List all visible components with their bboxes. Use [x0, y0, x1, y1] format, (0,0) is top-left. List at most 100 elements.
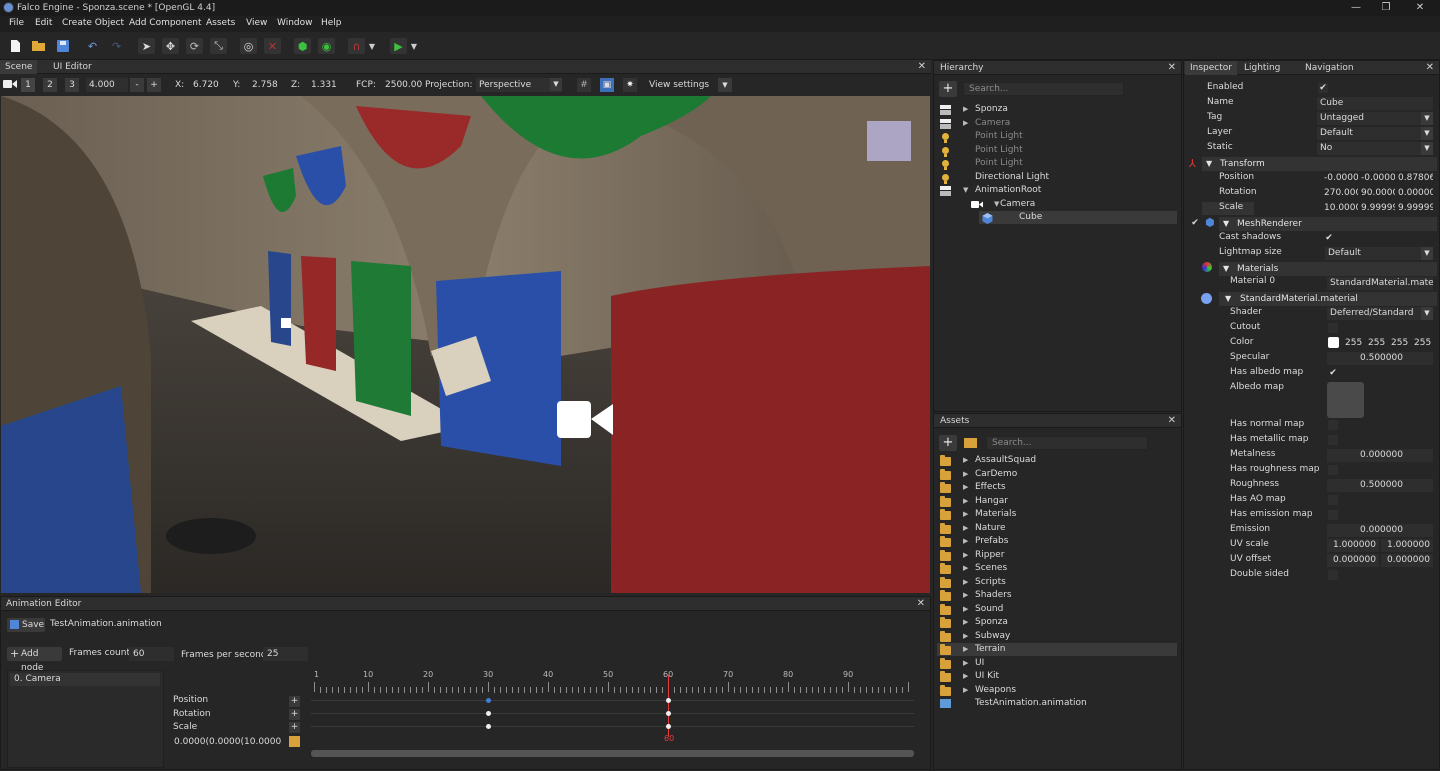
- add-object-button[interactable]: +: [939, 81, 957, 97]
- layout-3-button[interactable]: 3: [65, 78, 79, 92]
- menu-assets[interactable]: Assets: [206, 18, 235, 28]
- add-asset-button[interactable]: +: [939, 435, 957, 451]
- layer-select[interactable]: Default ▼: [1317, 127, 1433, 140]
- hierarchy-item[interactable]: Point Light: [937, 144, 1177, 157]
- move-tool-icon[interactable]: ✥: [162, 38, 179, 54]
- asset-folder-item[interactable]: ▶ Ripper: [937, 549, 1177, 562]
- close-animation-editor-icon[interactable]: ✕: [917, 597, 925, 611]
- camera-icon[interactable]: [3, 79, 17, 92]
- fcp-field[interactable]: 2500.00: [382, 78, 422, 92]
- uv-offset-x-field[interactable]: 0.000000: [1327, 554, 1379, 567]
- keyframe[interactable]: [666, 711, 671, 716]
- uv-scale-y-field[interactable]: 1.000000: [1381, 539, 1433, 552]
- speed-plus-button[interactable]: +: [147, 78, 161, 92]
- hierarchy-item[interactable]: ▼ AnimationRoot: [937, 184, 1177, 197]
- asset-folder-item[interactable]: ▶ Shaders: [937, 589, 1177, 602]
- asset-folder-item[interactable]: ▶ Terrain: [937, 643, 1177, 656]
- transform-section[interactable]: ▼ Transform: [1202, 157, 1437, 171]
- key-lock-icon[interactable]: [289, 736, 300, 747]
- expand-arrow-icon[interactable]: ▶: [963, 481, 968, 494]
- keyframe[interactable]: [666, 698, 671, 703]
- asset-folder-item[interactable]: ▶ UI Kit: [937, 670, 1177, 683]
- save-animation-button[interactable]: Save: [7, 618, 45, 632]
- meshrenderer-section[interactable]: ▼ MeshRenderer: [1219, 217, 1437, 231]
- keyframe[interactable]: [486, 711, 491, 716]
- open-folder-icon[interactable]: [30, 38, 47, 54]
- global-space-icon[interactable]: ◉: [318, 38, 335, 54]
- keyframe[interactable]: [486, 724, 491, 729]
- asset-folder-item[interactable]: ▶ Effects: [937, 481, 1177, 494]
- menu-add-component[interactable]: Add Component: [129, 18, 202, 28]
- view-settings-dropdown-icon[interactable]: ▼: [718, 78, 732, 92]
- track-value-z[interactable]: 10.0000: [244, 737, 281, 747]
- name-field[interactable]: Cube: [1317, 97, 1433, 110]
- expand-arrow-icon[interactable]: ▶: [963, 454, 968, 467]
- hierarchy-item[interactable]: Directional Light: [937, 171, 1177, 184]
- local-space-icon[interactable]: ⬢: [294, 38, 311, 54]
- has-normal-checkbox[interactable]: [1328, 420, 1338, 430]
- collapse-arrow-icon[interactable]: ▼: [963, 184, 968, 197]
- materials-section[interactable]: ▼ Materials: [1219, 262, 1437, 276]
- scale-x-field[interactable]: 10.00000: [1321, 202, 1358, 215]
- expand-arrow-icon[interactable]: ▶: [963, 616, 968, 629]
- asset-folder-item[interactable]: ▶ Materials: [937, 508, 1177, 521]
- expand-arrow-icon[interactable]: ▶: [963, 576, 968, 589]
- minimize-button[interactable]: —: [1346, 1, 1366, 15]
- keyframe[interactable]: [666, 724, 671, 729]
- camera-speed-field[interactable]: 4.000: [86, 78, 128, 92]
- asset-folder-item[interactable]: ▶ UI: [937, 657, 1177, 670]
- scale-z-field[interactable]: 9.999999: [1395, 202, 1433, 215]
- frames-count-field[interactable]: 60: [129, 647, 174, 661]
- expand-arrow-icon[interactable]: ▶: [963, 589, 968, 602]
- tab-ui-editor[interactable]: UI Editor: [48, 60, 97, 74]
- menu-file[interactable]: File: [9, 18, 24, 28]
- color-g-field[interactable]: 255: [1365, 337, 1388, 350]
- gizmo-icon[interactable]: ▣: [600, 78, 614, 92]
- color-a-field[interactable]: 255: [1411, 337, 1434, 350]
- x-field[interactable]: 6.720: [190, 78, 226, 92]
- play-icon[interactable]: ▶: [390, 38, 407, 54]
- expand-arrow-icon[interactable]: ▶: [963, 562, 968, 575]
- position-y-field[interactable]: -0.00000: [1358, 172, 1395, 185]
- magnet-icon[interactable]: ∩: [348, 38, 365, 54]
- emission-field[interactable]: 0.000000: [1327, 524, 1433, 537]
- position-z-field[interactable]: 0.878062: [1395, 172, 1433, 185]
- scale-tool-icon[interactable]: ⤡: [210, 38, 227, 54]
- menu-view[interactable]: View: [246, 18, 267, 28]
- expand-arrow-icon[interactable]: ▶: [963, 522, 968, 535]
- menu-edit[interactable]: Edit: [35, 18, 52, 28]
- snap-off-icon[interactable]: ✕: [264, 38, 281, 54]
- speed-minus-button[interactable]: -: [130, 78, 144, 92]
- expand-arrow-icon[interactable]: ▶: [963, 549, 968, 562]
- keyframe[interactable]: [486, 698, 491, 703]
- metalness-slider[interactable]: 0.000000: [1327, 449, 1433, 462]
- timeline[interactable]: 110203040506070809060: [311, 670, 917, 743]
- scale-y-field[interactable]: 9.999999: [1358, 202, 1395, 215]
- collapse-arrow-icon[interactable]: ▼: [994, 198, 999, 211]
- expand-arrow-icon[interactable]: ▶: [963, 508, 968, 521]
- new-file-icon[interactable]: [6, 38, 23, 54]
- track-value-y[interactable]: 0.0000(: [209, 737, 244, 747]
- expand-arrow-icon[interactable]: ▶: [963, 643, 968, 656]
- menu-create-object[interactable]: Create Object: [62, 18, 124, 28]
- close-scene-panel-icon[interactable]: ✕: [918, 60, 926, 74]
- hierarchy-item[interactable]: Point Light: [937, 157, 1177, 170]
- tag-select[interactable]: Untagged ▼: [1317, 112, 1433, 125]
- double-sided-checkbox[interactable]: [1328, 570, 1338, 580]
- hierarchy-item[interactable]: ▶ Camera: [937, 117, 1177, 130]
- layout-2-button[interactable]: 2: [43, 78, 57, 92]
- asset-folder-item[interactable]: ▶ Scripts: [937, 576, 1177, 589]
- close-assets-icon[interactable]: ✕: [1168, 414, 1176, 428]
- z-field[interactable]: 1.331: [308, 78, 344, 92]
- expand-arrow-icon[interactable]: ▶: [963, 684, 968, 697]
- color-b-field[interactable]: 255: [1388, 337, 1411, 350]
- expand-arrow-icon[interactable]: ▶: [963, 657, 968, 670]
- asset-folder-item[interactable]: ▶ Sponza: [937, 616, 1177, 629]
- albedo-map-slot[interactable]: [1327, 382, 1364, 418]
- menu-window[interactable]: Window: [277, 18, 313, 28]
- expand-arrow-icon[interactable]: ▶: [963, 468, 968, 481]
- color-swatch[interactable]: [1328, 337, 1339, 348]
- expand-arrow-icon[interactable]: ▶: [963, 603, 968, 616]
- static-select[interactable]: No ▼: [1317, 142, 1433, 155]
- hierarchy-search-input[interactable]: Search...: [963, 82, 1124, 96]
